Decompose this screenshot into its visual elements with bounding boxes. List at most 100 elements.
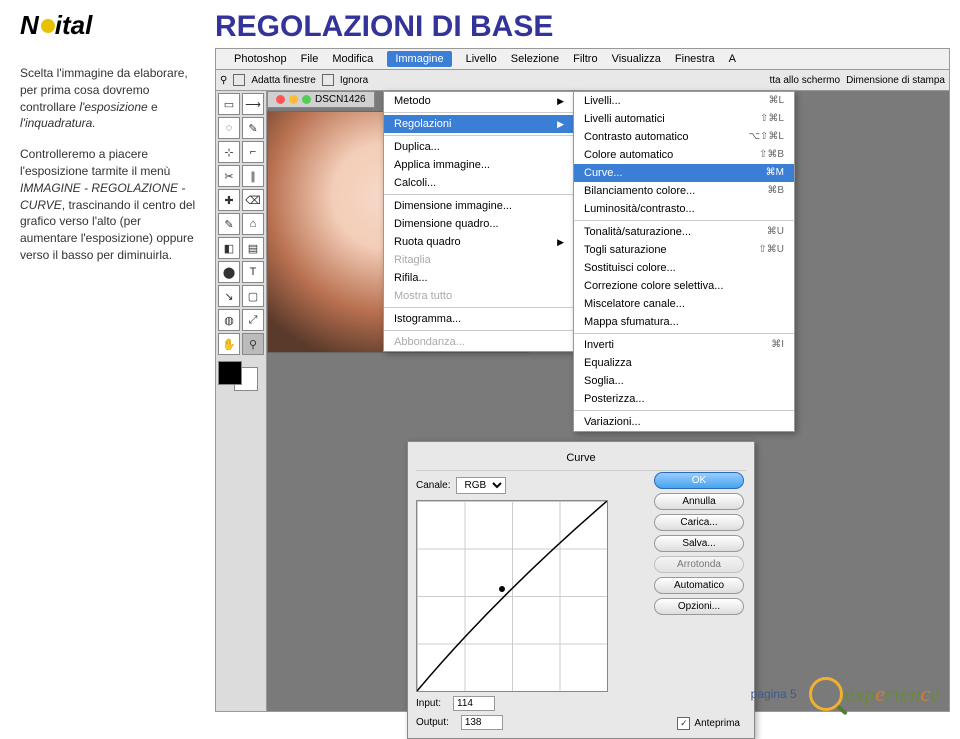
menu2-togli-sat[interactable]: Togli saturazione⇧⌘U xyxy=(574,241,794,259)
anteprima-label: Anteprima xyxy=(694,718,740,729)
tool-lasso[interactable]: ◌ xyxy=(218,117,240,139)
menu1-abbondanza: Abbondanza... xyxy=(384,333,574,351)
menu1-istogramma[interactable]: Istogramma... xyxy=(384,310,574,328)
document-tab[interactable]: DSCN1426 xyxy=(267,91,375,108)
menubar: Photoshop File Modifica Immagine Livello… xyxy=(215,48,950,70)
tool-blur[interactable]: ◧ xyxy=(218,237,240,259)
workarea: ▭ ⟶ ◌ ✎ ⊹ ⌐ ✂ ∥ ✚ ⌫ ✎ ⌂ ◧ ▤ ⬤ T ↘ ▢ ◍ ⤢ … xyxy=(215,91,950,712)
menu1-mostra: Mostra tutto xyxy=(384,287,574,305)
curves-title: Curve xyxy=(416,450,746,471)
checkbox-ignora[interactable] xyxy=(322,74,334,86)
menu2-soglia[interactable]: Soglia... xyxy=(574,372,794,390)
menu1-dim-quadro[interactable]: Dimensione quadro... xyxy=(384,215,574,233)
menu2-contr-auto[interactable]: Contrasto automatico⌥⇧⌘L xyxy=(574,128,794,146)
menu-modifica[interactable]: Modifica xyxy=(332,53,373,65)
menu1-rifila[interactable]: Rifila... xyxy=(384,269,574,287)
tool-slice[interactable]: ⌐ xyxy=(242,141,264,163)
menu1-duplica[interactable]: Duplica... xyxy=(384,138,574,156)
curve-graph[interactable] xyxy=(416,500,608,692)
menu-visualizza[interactable]: Visualizza xyxy=(612,53,661,65)
opzioni-button[interactable]: Opzioni... xyxy=(654,598,744,615)
tool-zoom[interactable]: ⚲ xyxy=(242,333,264,355)
tool-wand[interactable]: ✎ xyxy=(242,117,264,139)
menu2-tonalita[interactable]: Tonalità/saturazione...⌘U xyxy=(574,223,794,241)
menu-a[interactable]: A xyxy=(729,53,736,65)
menu-photoshop[interactable]: Photoshop xyxy=(234,53,287,65)
menu1-ritaglia: Ritaglia xyxy=(384,251,574,269)
menu-file[interactable]: File xyxy=(301,53,319,65)
menu2-posterizza[interactable]: Posterizza... xyxy=(574,390,794,408)
menu2-col-auto[interactable]: Colore automatico⇧⌘B xyxy=(574,146,794,164)
carica-button[interactable]: Carica... xyxy=(654,514,744,531)
menu2-curve[interactable]: Curve...⌘M xyxy=(574,164,794,182)
tool-dodge[interactable]: ▤ xyxy=(242,237,264,259)
tool-move[interactable]: ⟶ xyxy=(242,93,264,115)
tool-stamp[interactable]: ✚ xyxy=(218,189,240,211)
annulla-button[interactable]: Annulla xyxy=(654,493,744,510)
tool-heal[interactable]: ✂ xyxy=(218,165,240,187)
checkbox-adatta[interactable] xyxy=(233,74,245,86)
menu-immagine-dropdown: Metodo▶ Regolazioni▶ Duplica... Applica … xyxy=(383,91,575,352)
logo-ital: ital xyxy=(55,10,93,41)
menu-immagine[interactable]: Immagine xyxy=(387,51,451,67)
menu1-ruota[interactable]: Ruota quadro▶ xyxy=(384,233,574,251)
close-icon[interactable] xyxy=(276,95,285,104)
tool-brush[interactable]: ∥ xyxy=(242,165,264,187)
doc-filename: DSCN1426 xyxy=(315,94,366,105)
tool-pen[interactable]: ↘ xyxy=(218,285,240,307)
tool-history[interactable]: ⌫ xyxy=(242,189,264,211)
logo-dot-icon xyxy=(41,19,55,33)
zoom-icon[interactable]: ⚲ xyxy=(220,75,227,86)
menu-selezione[interactable]: Selezione xyxy=(511,53,559,65)
menu2-livelli[interactable]: Livelli...⌘L xyxy=(574,92,794,110)
tool-gradient[interactable]: ⌂ xyxy=(242,213,264,235)
sidebar-p2: Controlleremo a piacere l'esposizione ta… xyxy=(20,146,200,264)
menu1-applica[interactable]: Applica immagine... xyxy=(384,156,574,174)
menu-regolazioni-submenu: Livelli...⌘L Livelli automatici⇧⌘L Contr… xyxy=(573,91,795,432)
tool-crop[interactable]: ⊹ xyxy=(218,141,240,163)
menu1-metodo[interactable]: Metodo▶ xyxy=(384,92,574,110)
salva-button[interactable]: Salva... xyxy=(654,535,744,552)
menu2-liv-auto[interactable]: Livelli automatici⇧⌘L xyxy=(574,110,794,128)
tool-eraser[interactable]: ✎ xyxy=(218,213,240,235)
anteprima-row[interactable]: ✓ Anteprima xyxy=(677,717,740,730)
tool-type[interactable]: T xyxy=(242,261,264,283)
tool-eyedrop[interactable]: ⤢ xyxy=(242,309,264,331)
anteprima-checkbox[interactable]: ✓ xyxy=(677,717,690,730)
menu2-miscelatore[interactable]: Miscelatore canale... xyxy=(574,295,794,313)
minimize-icon[interactable] xyxy=(289,95,298,104)
magnifier-icon xyxy=(809,677,843,711)
output-value[interactable] xyxy=(461,715,503,730)
menu2-luminosita[interactable]: Luminosità/contrasto... xyxy=(574,200,794,218)
ok-button[interactable]: OK xyxy=(654,472,744,489)
sidebar-text: Scelta l'immagine da elaborare, per prim… xyxy=(20,65,200,278)
menu2-bilanciamento[interactable]: Bilanciamento colore...⌘B xyxy=(574,182,794,200)
menu-livello[interactable]: Livello xyxy=(466,53,497,65)
menu1-dim-img[interactable]: Dimensione immagine... xyxy=(384,197,574,215)
canale-select[interactable]: RGB xyxy=(456,477,506,494)
menu2-variazioni[interactable]: Variazioni... xyxy=(574,413,794,431)
photoshop-screenshot: Photoshop File Modifica Immagine Livello… xyxy=(215,48,950,712)
tool-notes[interactable]: ◍ xyxy=(218,309,240,331)
menu1-regolazioni[interactable]: Regolazioni▶ xyxy=(384,115,574,133)
menu-filtro[interactable]: Filtro xyxy=(573,53,597,65)
color-swatch[interactable] xyxy=(218,361,258,391)
tool-shape[interactable]: ▢ xyxy=(242,285,264,307)
menu2-equalizza[interactable]: Equalizza xyxy=(574,354,794,372)
tool-hand[interactable]: ✋ xyxy=(218,333,240,355)
tool-path[interactable]: ⬤ xyxy=(218,261,240,283)
zoom-window-icon[interactable] xyxy=(302,95,311,104)
tool-marquee[interactable]: ▭ xyxy=(218,93,240,115)
menu1-calcoli[interactable]: Calcoli... xyxy=(384,174,574,192)
toolbox: ▭ ⟶ ◌ ✎ ⊹ ⌐ ✂ ∥ ✚ ⌫ ✎ ⌂ ◧ ▤ ⬤ T ↘ ▢ ◍ ⤢ … xyxy=(216,91,267,711)
sidebar-p1: Scelta l'immagine da elaborare, per prim… xyxy=(20,65,200,132)
automatico-button[interactable]: Automatico xyxy=(654,577,744,594)
menu-finestra[interactable]: Finestra xyxy=(675,53,715,65)
menu2-sostituisci[interactable]: Sostituisci colore... xyxy=(574,259,794,277)
output-label: Output: xyxy=(416,717,449,728)
menu2-inverti[interactable]: Inverti⌘I xyxy=(574,336,794,354)
options-bar: ⚲ Adatta finestre Ignora tta allo scherm… xyxy=(215,70,950,91)
menu2-sfumatura[interactable]: Mappa sfumatura... xyxy=(574,313,794,331)
menu2-correzione[interactable]: Correzione colore selettiva... xyxy=(574,277,794,295)
canvas-area: DSCN1426 Metodo▶ Regolazioni▶ Duplica...… xyxy=(267,91,949,711)
